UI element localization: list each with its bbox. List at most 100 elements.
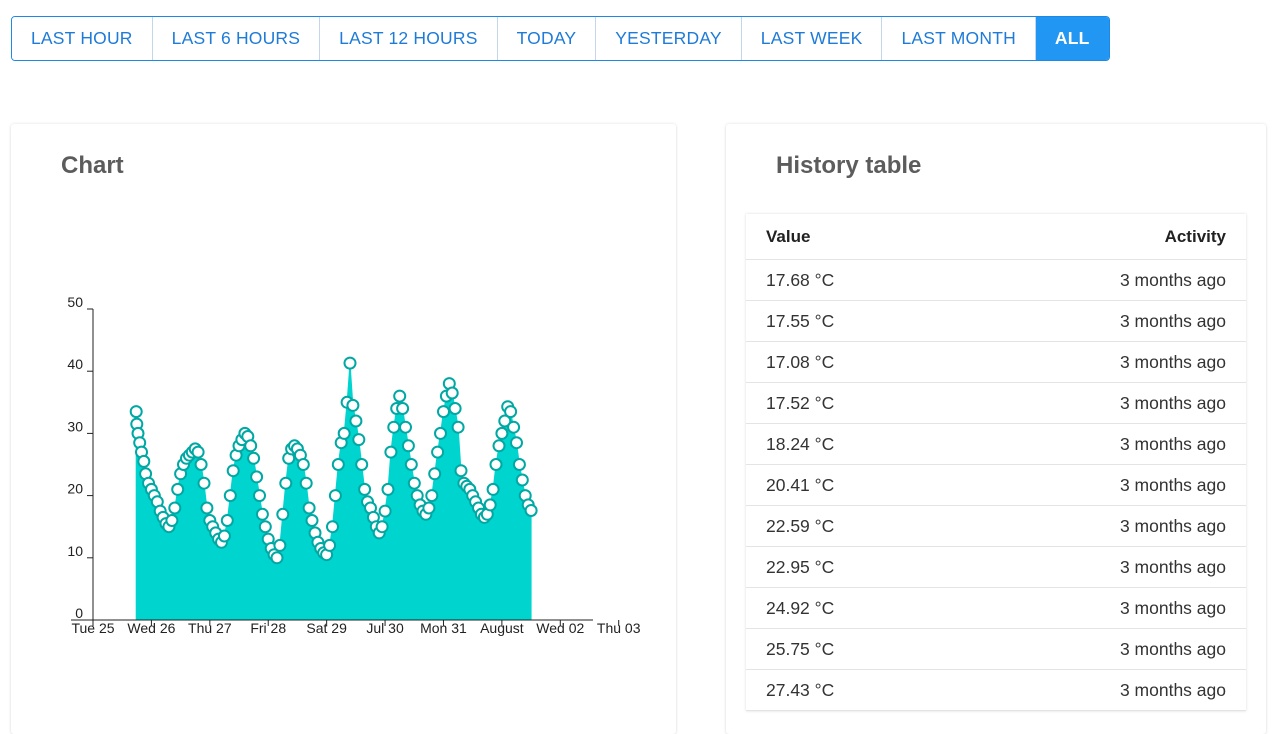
x-tick-label: Jul 30 <box>366 620 404 636</box>
data-point <box>299 476 313 490</box>
temperature-chart: 0 10 20 30 40 50 Tue 25 Wed 26 Thu 27 Fri 28 Sat 2… <box>67 294 641 636</box>
y-tick-label: 20 <box>67 481 83 497</box>
data-point <box>437 405 450 419</box>
data-point <box>378 504 392 518</box>
range-button-last-week[interactable]: LAST WEEK <box>741 17 883 60</box>
time-range-selector: LAST HOUR LAST 6 HOURS LAST 12 HOURS TODAY Y… <box>11 16 1110 61</box>
table-row: 17.52 °C 3 months ago <box>746 383 1246 424</box>
data-point <box>247 451 261 465</box>
data-point <box>381 482 395 496</box>
data-point <box>396 402 410 415</box>
history-table-body: 17.68 °C 3 months ago 17.55 °C 3 months ago… <box>746 260 1246 711</box>
row-activity: 3 months ago <box>1119 556 1226 577</box>
data-point <box>194 458 208 471</box>
data-point <box>431 445 445 459</box>
data-point <box>337 426 351 440</box>
y-tick-label: 10 <box>67 543 83 559</box>
range-button-all[interactable]: ALL <box>1035 17 1109 60</box>
range-button-last-6-hours[interactable]: LAST 6 HOURS <box>152 17 321 60</box>
row-value: 25.75 °C <box>766 638 835 659</box>
table-row: 22.59 °C 3 months ago <box>746 506 1246 547</box>
data-point <box>448 402 462 415</box>
data-point <box>217 529 231 543</box>
row-activity: 3 months ago <box>1119 433 1226 454</box>
table-row: 22.95 °C 3 months ago <box>746 547 1246 588</box>
data-point <box>171 482 185 496</box>
row-activity: 3 months ago <box>1119 638 1226 659</box>
data-point <box>524 504 538 517</box>
data-point <box>422 501 436 515</box>
x-tick-label: Thu 03 <box>597 620 641 636</box>
data-point <box>343 356 357 370</box>
data-point <box>328 489 342 503</box>
data-point <box>483 498 497 512</box>
x-tick-label: August <box>480 620 524 636</box>
row-activity: 3 months ago <box>1119 515 1226 536</box>
table-row: 25.75 °C 3 months ago <box>746 629 1246 670</box>
data-point <box>428 467 442 481</box>
data-point <box>191 445 205 459</box>
data-point <box>434 426 447 440</box>
row-activity: 3 months ago <box>1119 474 1226 495</box>
data-point <box>510 436 523 450</box>
data-point <box>250 470 264 484</box>
data-point <box>129 405 143 419</box>
x-tick-label: Tue 25 <box>71 620 114 636</box>
row-activity: 3 months ago <box>1119 351 1226 372</box>
data-point <box>137 454 151 468</box>
data-point <box>451 420 465 434</box>
data-point <box>355 458 369 471</box>
x-tick-label: Wed 02 <box>536 620 584 636</box>
data-point <box>425 489 439 503</box>
row-activity: 3 months ago <box>1119 392 1226 413</box>
range-button-last-12-hours[interactable]: LAST 12 HOURS <box>320 17 498 60</box>
history-table-header: Value Activity <box>746 214 1246 260</box>
row-value: 22.95 °C <box>766 556 835 577</box>
data-point <box>515 473 529 487</box>
data-point <box>273 538 287 552</box>
data-point <box>197 476 211 490</box>
data-point <box>296 458 310 471</box>
data-point <box>495 426 509 440</box>
x-tick-label: Mon 31 <box>420 620 467 636</box>
data-point <box>244 439 258 453</box>
row-activity: 3 months ago <box>1119 679 1226 700</box>
range-button-last-month[interactable]: LAST MONTH <box>882 17 1036 60</box>
data-point <box>326 520 339 534</box>
range-button-yesterday[interactable]: YESTERDAY <box>596 17 742 60</box>
data-point <box>302 501 316 515</box>
chart-card: Chart 0 10 20 30 40 50 Tue 25 Wed 26 Thu 27 Fri 2… <box>11 124 676 734</box>
data-point <box>358 482 372 496</box>
data-point <box>384 445 398 459</box>
x-tick-label: Thu 27 <box>188 620 232 636</box>
data-point <box>352 433 366 447</box>
data-point <box>255 507 269 521</box>
row-value: 22.59 °C <box>766 515 835 536</box>
data-point <box>323 538 337 552</box>
data-point <box>399 420 412 434</box>
data-point <box>407 476 421 490</box>
table-row: 24.92 °C 3 months ago <box>746 588 1246 629</box>
row-activity: 3 months ago <box>1119 310 1226 331</box>
data-point <box>349 414 363 428</box>
history-table: Value Activity 17.68 °C 3 months ago 17.55… <box>746 214 1246 711</box>
row-value: 17.68 °C <box>766 269 835 290</box>
data-point <box>226 464 240 478</box>
data-point <box>486 482 500 496</box>
data-point <box>220 514 234 527</box>
x-tick-label: Wed 26 <box>127 620 175 636</box>
column-header-activity: Activity <box>1164 226 1226 246</box>
data-point <box>270 551 284 565</box>
range-button-today[interactable]: TODAY <box>497 17 597 60</box>
row-value: 17.52 °C <box>766 392 835 413</box>
data-point <box>165 514 179 527</box>
y-tick-label: 40 <box>67 356 83 372</box>
range-button-last-hour[interactable]: LAST HOUR <box>12 17 153 60</box>
data-point <box>200 501 214 515</box>
table-row: 18.24 °C 3 months ago <box>746 424 1246 465</box>
row-activity: 3 months ago <box>1119 269 1226 290</box>
data-point <box>331 458 345 471</box>
data-point <box>504 405 518 419</box>
table-row: 27.43 °C 3 months ago <box>746 670 1246 711</box>
data-point <box>305 514 319 527</box>
